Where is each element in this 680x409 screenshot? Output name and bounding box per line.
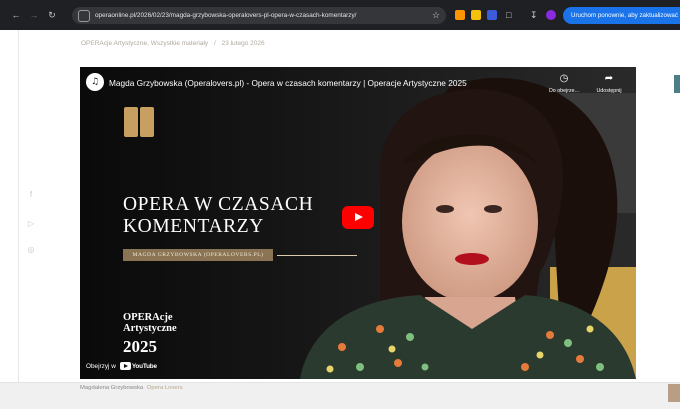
left-border [18,30,19,382]
video-title[interactable]: Magda Grzybowska (Operalovers.pl) - Oper… [109,78,467,88]
site-settings-icon[interactable] [78,9,90,22]
reload-icon[interactable]: ↻ [45,8,59,22]
overlay-title-line1: OPERA W CZASACH [123,194,314,215]
watch-later-button[interactable]: ◷ Do obejrze... [543,73,585,94]
youtube-icon[interactable]: ▷ [26,219,36,229]
breadcrumb-separator: / [213,40,216,47]
breadcrumb: OPERAcje Artystyczne, Wszystkie materiał… [81,40,269,47]
url-text[interactable]: operaonline.pl/2026/02/23/magda-grzybows… [95,12,432,19]
sidebar-widget-edge [674,75,680,93]
extension-icon-3[interactable] [487,10,497,20]
breadcrumb-category[interactable]: OPERAcje Artystyczne, Wszystkie materiał… [81,40,208,47]
overlay-subtitle: MAGDA GRZYBOWSKA (OPERALOVERS.PL) [123,249,273,261]
web-page: OPERAcje Artystyczne, Wszystkie materiał… [0,30,680,409]
scroll-to-top-button[interactable] [668,384,680,402]
extensions-puzzle-icon[interactable]: □ [506,9,511,21]
video-caption: Magdalena Grzybowska Opera Lovers [80,385,183,391]
event-brand: OPERAcje Artystyczne 2025 [123,312,177,356]
channel-avatar[interactable]: ♫ [86,73,104,91]
clock-icon: ◷ [559,73,569,84]
brand-line1: OPERAcje [123,312,173,323]
brand-line2: Artystyczne [123,323,177,334]
watch-on-label: Obejrzyj w [86,362,116,370]
instagram-icon[interactable]: ◎ [26,245,36,255]
extension-icon-2[interactable] [471,10,481,20]
profile-avatar[interactable] [546,10,556,20]
overlay-title: OPERA W CZASACH KOMENTARZY [123,194,313,238]
share-label: Udostępnij [596,88,622,94]
browser-toolbar: ← → ↻ operaonline.pl/2026/02/23/magda-gr… [0,0,680,30]
breadcrumb-date: 23 lutego 2026 [221,40,265,47]
watch-on-youtube-link[interactable]: Obejrzyj w YouTube [86,362,157,370]
restart-update-button[interactable]: Uruchom ponownie, aby zaktualizować [563,7,680,24]
youtube-wordmark: YouTube [131,362,157,370]
bookmark-star-icon[interactable]: ☆ [432,10,440,21]
caption-author: Magdalena Grzybowska [80,385,144,391]
youtube-video-player[interactable]: ♫ Magda Grzybowska (Operalovers.pl) - Op… [80,67,636,379]
play-button[interactable] [342,206,374,229]
share-button[interactable]: ➦ Udostępnij [588,73,630,94]
download-icon[interactable]: ↧ [530,9,538,21]
forward-icon[interactable]: → [27,8,41,22]
brand-year: 2025 [123,337,157,356]
watch-later-label: Do obejrze... [548,88,580,94]
extension-icon-1[interactable] [455,10,465,20]
back-icon[interactable]: ← [9,8,23,22]
share-icon: ➦ [604,73,614,84]
caption-link[interactable]: Opera Lovers [147,385,183,391]
overlay-title-line2: KOMENTARZY [123,216,264,237]
address-bar[interactable]: operaonline.pl/2026/02/23/magda-grzybows… [72,7,446,24]
overlay-divider [277,255,357,256]
facebook-icon[interactable]: f [26,190,36,200]
youtube-logo-icon [119,362,131,370]
